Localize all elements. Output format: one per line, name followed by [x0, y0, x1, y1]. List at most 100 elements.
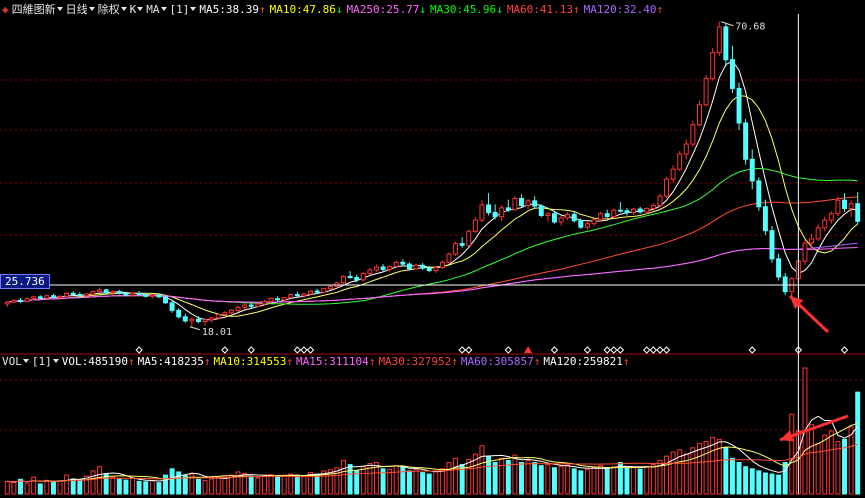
signal-diamond-icon: [465, 346, 473, 354]
volume-bar-down: [116, 478, 122, 495]
volume-bar-up: [439, 468, 445, 495]
volume-bar-up: [664, 455, 670, 495]
candle-down: [116, 291, 122, 294]
candle-down: [749, 158, 755, 182]
candle-up: [110, 291, 116, 294]
volume-bar-up: [584, 468, 590, 495]
signal-diamond-icon: [662, 346, 671, 354]
candle-up: [97, 289, 103, 293]
chevron-down-icon[interactable]: [190, 7, 197, 11]
volume-bar-up: [848, 426, 854, 495]
indicator-selector[interactable]: MA: [146, 3, 159, 16]
signal-diamond-icon: [840, 346, 849, 354]
volume-bar-up: [97, 466, 103, 495]
signal-diamond-icon: [656, 346, 664, 354]
candle-up: [222, 312, 228, 315]
volume-bar-down: [248, 475, 254, 495]
chevron-down-icon[interactable]: [52, 359, 59, 363]
vol-value-label: MA30:327952: [378, 354, 452, 368]
chevron-down-icon[interactable]: [56, 7, 63, 11]
volume-bar-down: [637, 468, 643, 495]
candle-down: [294, 294, 300, 297]
signal-diamond-icon: [135, 346, 143, 354]
volume-bar-up: [499, 457, 505, 495]
ma-value-list: MA5:38.39↑ MA10:47.86↓ MA250:25.77↓ MA30:45…: [199, 3, 663, 16]
candle-down: [578, 220, 584, 228]
volume-bar-down: [70, 478, 76, 495]
candle-down: [123, 292, 129, 296]
chevron-down-icon[interactable]: [88, 7, 95, 11]
volume-bar-up: [466, 458, 472, 495]
candle-up: [802, 242, 808, 262]
candle-up: [835, 199, 841, 215]
chevron-down-icon[interactable]: [137, 7, 144, 11]
volume-param[interactable]: [1]: [32, 355, 52, 368]
candle-down: [77, 294, 83, 297]
chevron-down-icon[interactable]: [160, 7, 167, 11]
candle-down: [163, 296, 168, 304]
kline-chart-window[interactable]: 70.68 18.01 ◈ 四維图新 日线 除权 K MA [1] MA5:38.…: [0, 0, 865, 498]
candle-down: [769, 230, 775, 260]
candle-down: [195, 318, 201, 322]
volume-bar-down: [420, 472, 426, 495]
volume-bar-up: [57, 480, 63, 495]
volume-bar-up: [393, 465, 399, 495]
volume-bar-down: [776, 474, 782, 495]
candle-up: [809, 238, 815, 244]
vol-value-item: MA10:314553↑: [213, 355, 292, 368]
candle-down: [143, 294, 149, 297]
candle-up: [255, 303, 261, 307]
candle-down: [50, 295, 56, 298]
candle-down: [729, 59, 735, 89]
candle-down: [505, 207, 511, 211]
candle-up: [525, 200, 531, 207]
vol-value-label: MA10:314553: [213, 354, 287, 368]
ma60-line: [7, 196, 858, 303]
chart-canvas[interactable]: 70.68 18.01: [0, 0, 865, 498]
candle-up: [321, 288, 327, 293]
chart-kind-selector[interactable]: K: [130, 3, 137, 16]
low-annotation-label: 18.01: [202, 327, 232, 338]
volume-bar-up: [130, 477, 136, 495]
candle-down: [571, 213, 577, 222]
signal-triangle-icon: [524, 346, 533, 353]
candle-up: [268, 298, 274, 303]
volume-indicator-selector[interactable]: VOL: [2, 355, 22, 368]
adjust-selector[interactable]: 除权: [98, 1, 120, 17]
chevron-down-icon[interactable]: [22, 359, 29, 363]
arrow-up-icon: ↑: [258, 2, 266, 16]
stock-name[interactable]: 四維图新: [12, 1, 56, 17]
volume-bar-down: [604, 468, 610, 495]
arrow-up-icon: ↑: [573, 2, 580, 16]
signal-diamond-icon: [643, 346, 651, 354]
volume-bar-down: [538, 465, 544, 495]
vol-value-item: MA120:259821↑: [543, 355, 629, 368]
vol-value-item: MA60:305857↑: [461, 355, 540, 368]
arrow-up-icon: ↑: [203, 354, 211, 368]
arrow-up-icon: ↑: [127, 354, 135, 368]
signal-diamond-icon: [306, 346, 315, 354]
candle-up: [710, 52, 716, 79]
ma-value-label: MA120:32.40: [583, 2, 657, 16]
volume-bar-up: [4, 480, 10, 495]
chevron-down-icon[interactable]: [120, 7, 127, 11]
volume-bar-up: [90, 470, 96, 495]
indicator-param[interactable]: [1]: [170, 3, 190, 16]
candle-up: [815, 227, 821, 240]
volume-bar-down: [571, 468, 577, 495]
volume-bar-up: [341, 459, 346, 495]
volume-bar-down: [77, 479, 83, 495]
candle-up: [44, 295, 50, 299]
volume-bar-up: [650, 464, 656, 495]
volume-bar-up: [360, 466, 366, 495]
candle-up: [598, 213, 604, 221]
arrow-down-icon: ↓: [496, 2, 503, 16]
period-selector[interactable]: 日线: [66, 1, 88, 17]
volume-bar-down: [354, 470, 360, 495]
candle-up: [413, 264, 419, 270]
ma-value-item: MA60:41.13↑: [507, 3, 580, 16]
candle-down: [855, 203, 861, 222]
candle-up: [453, 243, 459, 255]
arrow-up-icon: ↑: [451, 354, 458, 368]
volume-bar-up: [789, 413, 795, 495]
